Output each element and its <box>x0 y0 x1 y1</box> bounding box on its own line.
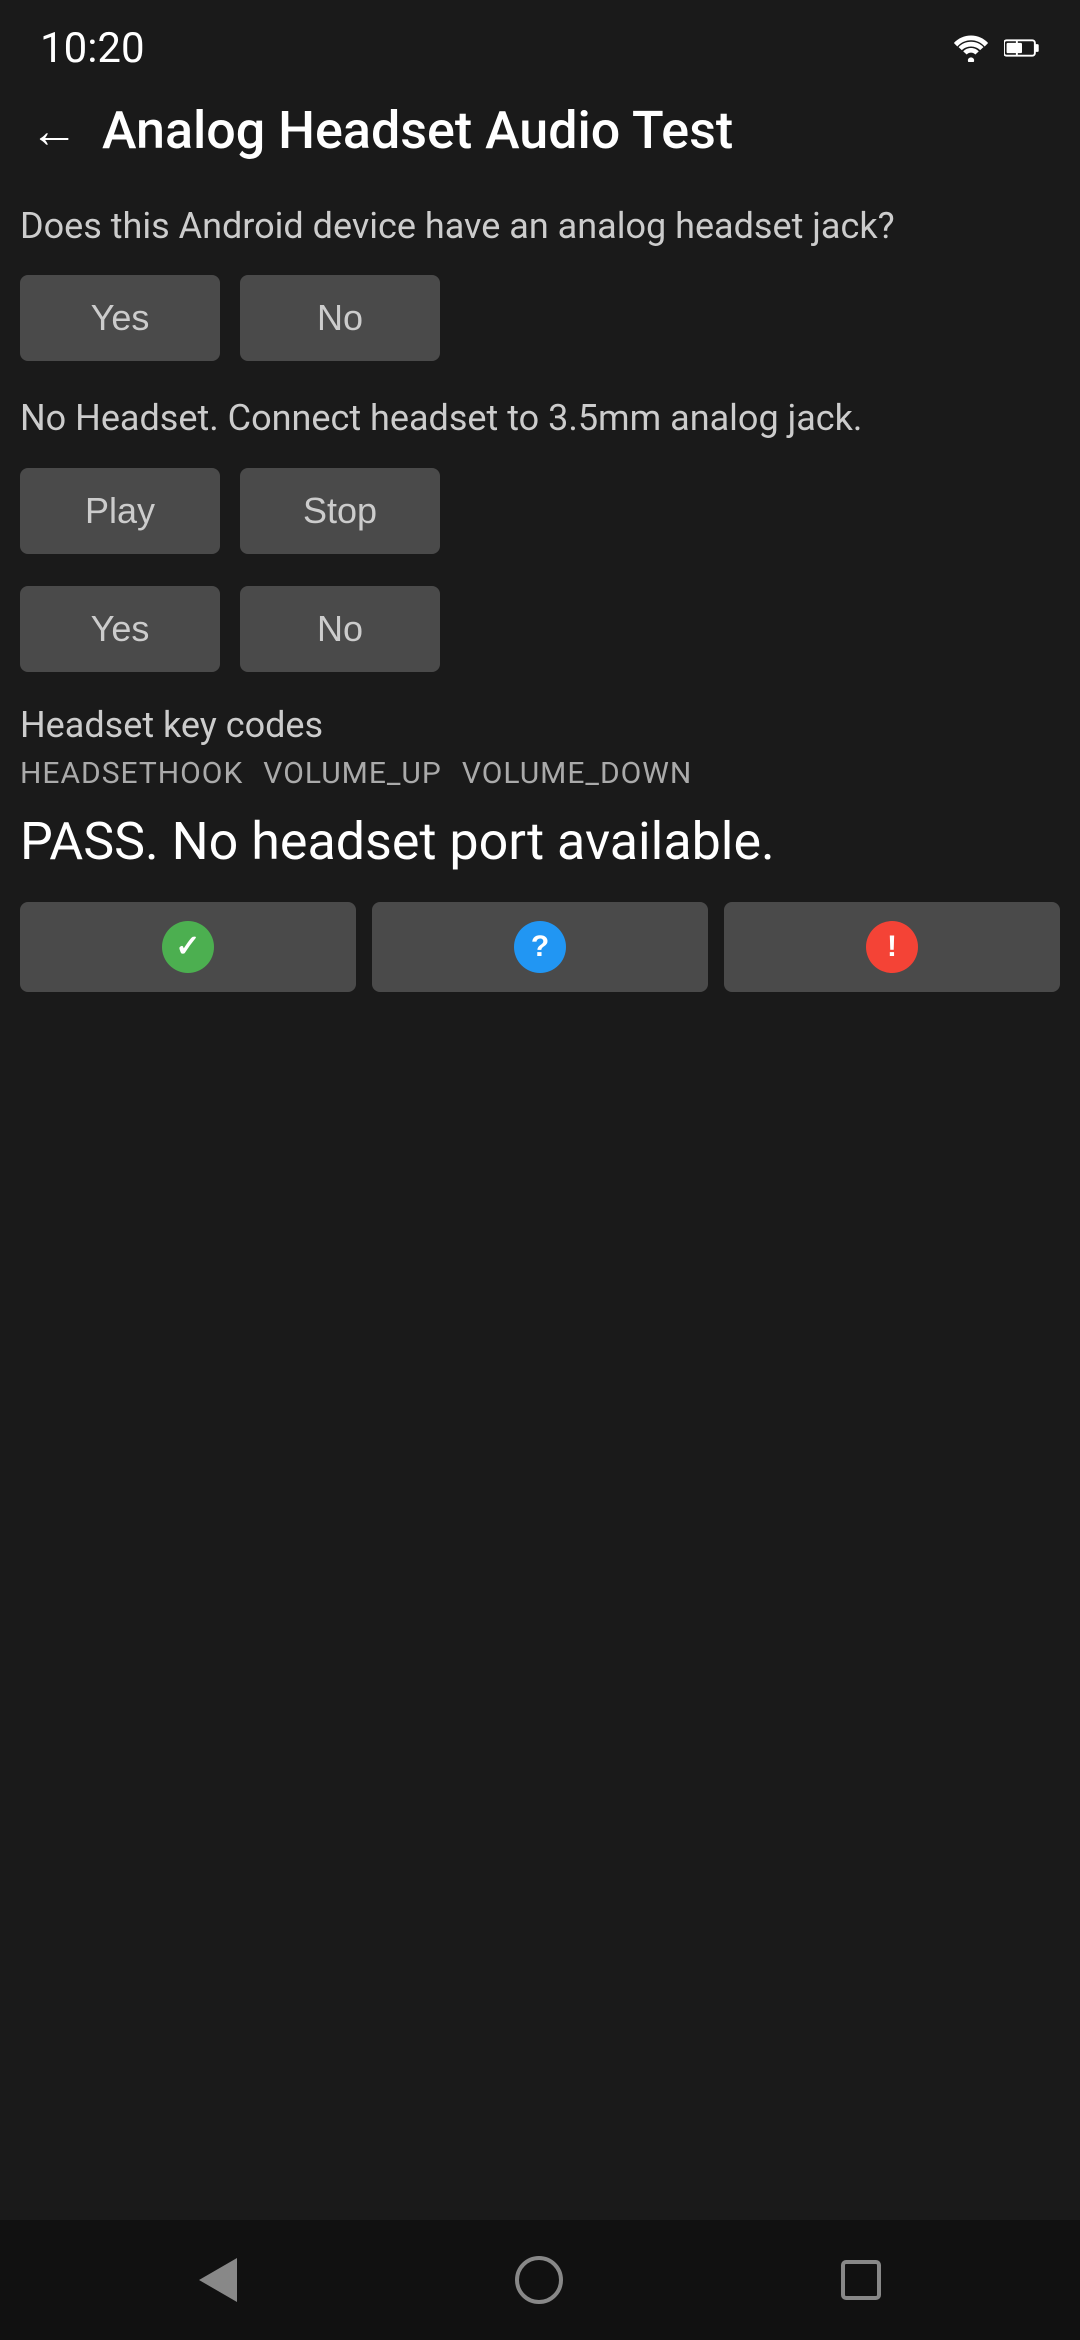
fail-icon: ! <box>866 921 918 973</box>
result-question-buttons: Yes No <box>20 586 1060 672</box>
jack-no-button[interactable]: No <box>240 275 440 361</box>
result-action-buttons: ✓ ? ! <box>20 902 1060 992</box>
key-code-headsethook: HEADSETHOOK <box>20 756 243 791</box>
recents-nav-button[interactable] <box>841 2260 881 2300</box>
home-nav-button[interactable] <box>515 2256 563 2304</box>
battery-icon <box>1004 34 1040 62</box>
back-nav-icon <box>199 2258 237 2302</box>
jack-question-buttons: Yes No <box>20 275 1060 361</box>
stop-button[interactable]: Stop <box>240 468 440 554</box>
wifi-icon <box>952 34 990 62</box>
jack-question-section: Does this Android device have an analog … <box>20 201 1060 361</box>
headset-key-label: Headset key codes <box>20 704 1060 746</box>
nav-bar <box>0 2220 1080 2340</box>
home-nav-icon <box>515 2256 563 2304</box>
jack-yes-button[interactable]: Yes <box>20 275 220 361</box>
playback-controls: Play Stop <box>20 468 1060 554</box>
status-time: 10:20 <box>40 24 145 73</box>
key-code-volume-down: VOLUME_DOWN <box>462 756 693 791</box>
pass-icon: ✓ <box>162 921 214 973</box>
pass-message: PASS. No headset port available. <box>20 811 1060 872</box>
info-icon: ? <box>514 921 566 973</box>
page-title: Analog Headset Audio Test <box>102 100 733 161</box>
result-yes-button[interactable]: Yes <box>20 586 220 672</box>
key-codes-row: HEADSETHOOK VOLUME_UP VOLUME_DOWN <box>20 756 1060 791</box>
content-area: Does this Android device have an analog … <box>0 181 1080 2220</box>
back-nav-button[interactable] <box>199 2258 237 2302</box>
jack-question-text: Does this Android device have an analog … <box>20 201 1060 251</box>
status-icons <box>952 34 1040 62</box>
fail-result-button[interactable]: ! <box>724 902 1060 992</box>
key-code-volume-up: VOLUME_UP <box>263 756 442 791</box>
play-button[interactable]: Play <box>20 468 220 554</box>
recents-nav-icon <box>841 2260 881 2300</box>
headset-status-section: No Headset. Connect headset to 3.5mm ana… <box>20 393 1060 553</box>
info-result-button[interactable]: ? <box>372 902 708 992</box>
app-bar: ← Analog Headset Audio Test <box>0 80 1080 181</box>
status-bar: 10:20 <box>0 0 1080 80</box>
headset-status-text: No Headset. Connect headset to 3.5mm ana… <box>20 393 1060 443</box>
pass-result-button[interactable]: ✓ <box>20 902 356 992</box>
result-no-button[interactable]: No <box>240 586 440 672</box>
headset-key-section: Headset key codes HEADSETHOOK VOLUME_UP … <box>20 704 1060 872</box>
back-button[interactable]: ← <box>30 107 78 155</box>
